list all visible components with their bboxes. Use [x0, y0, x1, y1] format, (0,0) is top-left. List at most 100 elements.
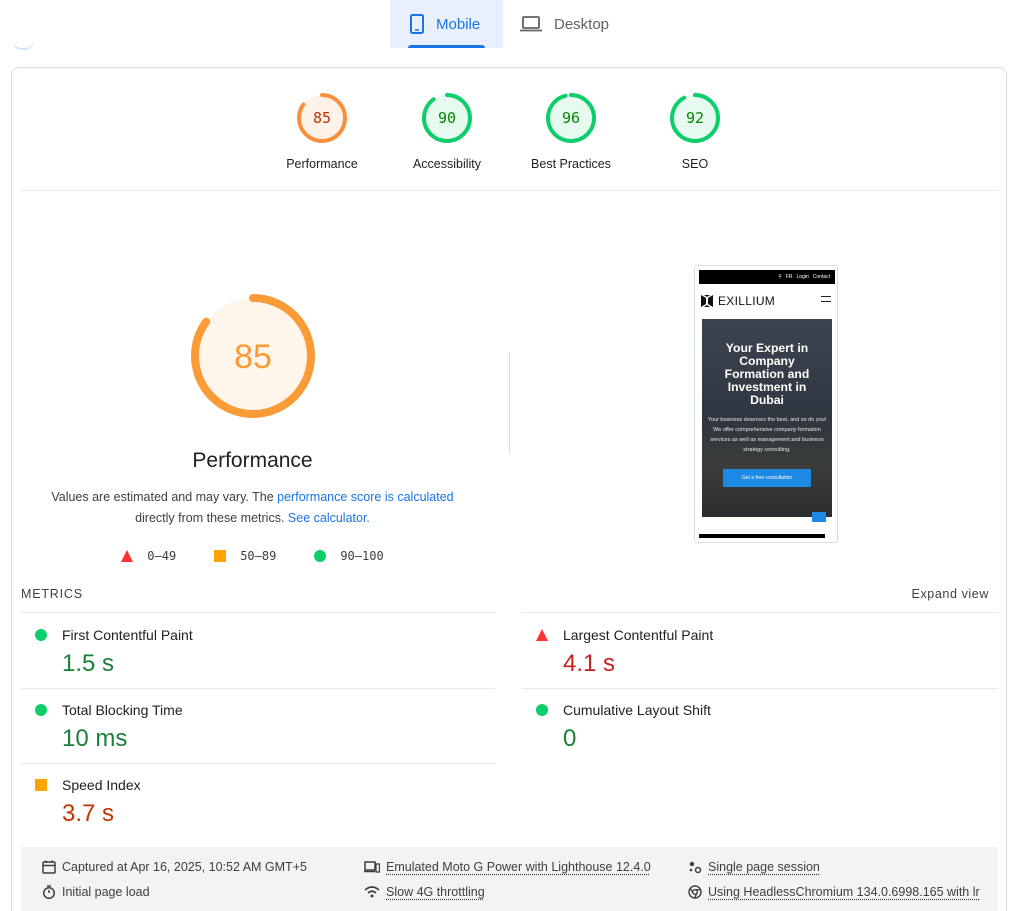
laptop-icon: [520, 16, 542, 32]
page-load-type: Initial page load: [42, 885, 150, 899]
device-tabs: Mobile Desktop: [0, 0, 1024, 48]
orange-square-icon: [214, 550, 227, 562]
gauge-score: 85: [313, 109, 331, 127]
score-gauge-ring: 85: [297, 93, 347, 143]
performance-title: Performance: [192, 449, 313, 472]
metrics-title: METRICS: [21, 587, 83, 601]
performance-score: 85: [234, 338, 272, 376]
contact-label: Contact: [812, 274, 830, 280]
hero-cta: Get a free consultation: [723, 469, 811, 487]
emulated-device[interactable]: Emulated Moto G Power with Lighthouse 12…: [364, 860, 651, 874]
metrics-header: METRICS Expand view: [21, 587, 989, 601]
legend-average: 50–89: [214, 549, 276, 563]
session-icon: [689, 861, 702, 874]
wifi-icon: [364, 886, 380, 898]
divider: [21, 190, 998, 191]
legend-good-label: 90–100: [340, 549, 384, 563]
timer-icon: [42, 885, 56, 899]
gauge-accessibility[interactable]: 90 Accessibility: [392, 91, 502, 171]
gauge-label: SEO: [681, 157, 709, 171]
session-text: Single page session: [708, 860, 820, 874]
performance-score-gauge: 85: [190, 294, 315, 418]
desc-text-2: directly from these metrics.: [135, 511, 288, 525]
see-calculator-link[interactable]: See calculator.: [288, 511, 370, 525]
gauge-label: Best Practices: [531, 157, 611, 171]
metric-value: 10 ms: [62, 725, 128, 752]
metric-speed-index: Speed Index 3.7 s: [21, 763, 461, 837]
score-gauge-ring: 90: [422, 93, 472, 143]
brand-text: EXILLIUM: [718, 294, 776, 308]
login-label: Login: [796, 274, 809, 280]
metric-label: Largest Contentful Paint: [563, 627, 714, 643]
smartphone-icon: [410, 14, 424, 34]
legend-poor: 0–49: [121, 549, 176, 563]
chrome-icon: [688, 885, 702, 899]
metric-label: Total Blocking Time: [62, 702, 183, 718]
score-gauge-ring: 96: [546, 93, 596, 143]
hamburger-menu-icon: [821, 296, 831, 302]
load-text: Initial page load: [62, 885, 150, 899]
score-calculated-link[interactable]: performance score is calculated: [277, 490, 453, 504]
green-circle-icon: [536, 704, 548, 716]
devices-icon: [364, 861, 380, 873]
hero-text: Your business deserves the best, and so …: [707, 417, 827, 453]
green-circle-icon: [35, 704, 47, 716]
performance-description: Values are estimated and may vary. The p…: [50, 487, 455, 529]
legend-poor-label: 0–49: [147, 549, 177, 563]
network-throttling[interactable]: Slow 4G throttling: [364, 885, 485, 899]
metric-label: First Contentful Paint: [62, 627, 193, 643]
tab-mobile[interactable]: Mobile: [390, 0, 503, 48]
vertical-divider: [509, 352, 510, 454]
green-circle-icon: [35, 629, 47, 641]
calendar-icon: [42, 860, 56, 874]
page-screenshot-thumbnail[interactable]: ⚲ FR Login Contact EXILLIUM Your Expert …: [694, 265, 838, 543]
browser-text: Using HeadlessChromium 134.0.6998.165 wi…: [708, 885, 980, 899]
desc-text: Values are estimated and may vary. The: [51, 490, 278, 504]
device-text: Emulated Moto G Power with Lighthouse 12…: [386, 860, 651, 874]
gauge-performance[interactable]: 85 Performance: [267, 91, 377, 171]
throttling-text: Slow 4G throttling: [386, 885, 485, 899]
expand-view-button[interactable]: Expand view: [912, 587, 989, 601]
orange-square-icon: [35, 779, 47, 791]
performance-summary: 85 Performance Values are estimated and …: [50, 290, 455, 563]
metric-tbt: Total Blocking Time 10 ms: [21, 688, 461, 762]
score-legend: 0–49 50–89 90–100: [50, 549, 455, 563]
red-triangle-icon: [536, 629, 548, 641]
gauge-label: Performance: [286, 157, 358, 171]
red-triangle-icon: [121, 550, 134, 562]
tab-active-indicator: [408, 45, 485, 48]
screenshot-bottombar: [699, 534, 825, 538]
metric-value: 0: [563, 725, 577, 752]
metric-fcp: First Contentful Paint 1.5 s: [21, 613, 461, 687]
score-gauge-ring: 92: [670, 93, 720, 143]
search-icon: ⚲: [778, 274, 782, 280]
session-type[interactable]: Single page session: [688, 860, 820, 874]
legend-good: 90–100: [314, 549, 384, 563]
screenshot-topbar: ⚲ FR Login Contact: [699, 270, 835, 284]
tab-mobile-label: Mobile: [436, 15, 481, 33]
metric-lcp: Largest Contentful Paint 4.1 s: [522, 613, 962, 687]
screenshot-brand: EXILLIUM: [701, 294, 775, 308]
tab-desktop[interactable]: Desktop: [520, 0, 630, 48]
exillium-logo-icon: [701, 295, 713, 307]
hero-heading: Your Expert in Company Formation and Inv…: [724, 341, 810, 407]
scroll-up-icon: [812, 512, 826, 522]
screenshot-hero: Your Expert in Company Formation and Inv…: [702, 319, 832, 517]
gauge-score: 92: [686, 109, 704, 127]
browser-version[interactable]: Using HeadlessChromium 134.0.6998.165 wi…: [688, 885, 980, 899]
metric-label: Speed Index: [62, 777, 141, 793]
decorative-arc: [12, 40, 34, 50]
metric-cls: Cumulative Layout Shift 0: [522, 688, 962, 762]
tab-desktop-label: Desktop: [554, 15, 610, 33]
legend-average-label: 50–89: [240, 549, 277, 563]
gauge-best-practices[interactable]: 96 Best Practices: [516, 91, 626, 171]
runtime-settings: Captured at Apr 16, 2025, 10:52 AM GMT+5…: [21, 847, 998, 911]
captured-at: Captured at Apr 16, 2025, 10:52 AM GMT+5: [42, 860, 307, 874]
green-circle-icon: [314, 550, 327, 562]
gauge-score: 90: [438, 109, 456, 127]
metric-value: 3.7 s: [62, 800, 115, 827]
metric-value: 4.1 s: [563, 650, 616, 677]
gauge-score: 96: [562, 109, 580, 127]
gauge-seo[interactable]: 92 SEO: [640, 91, 750, 171]
metric-value: 1.5 s: [62, 650, 115, 677]
